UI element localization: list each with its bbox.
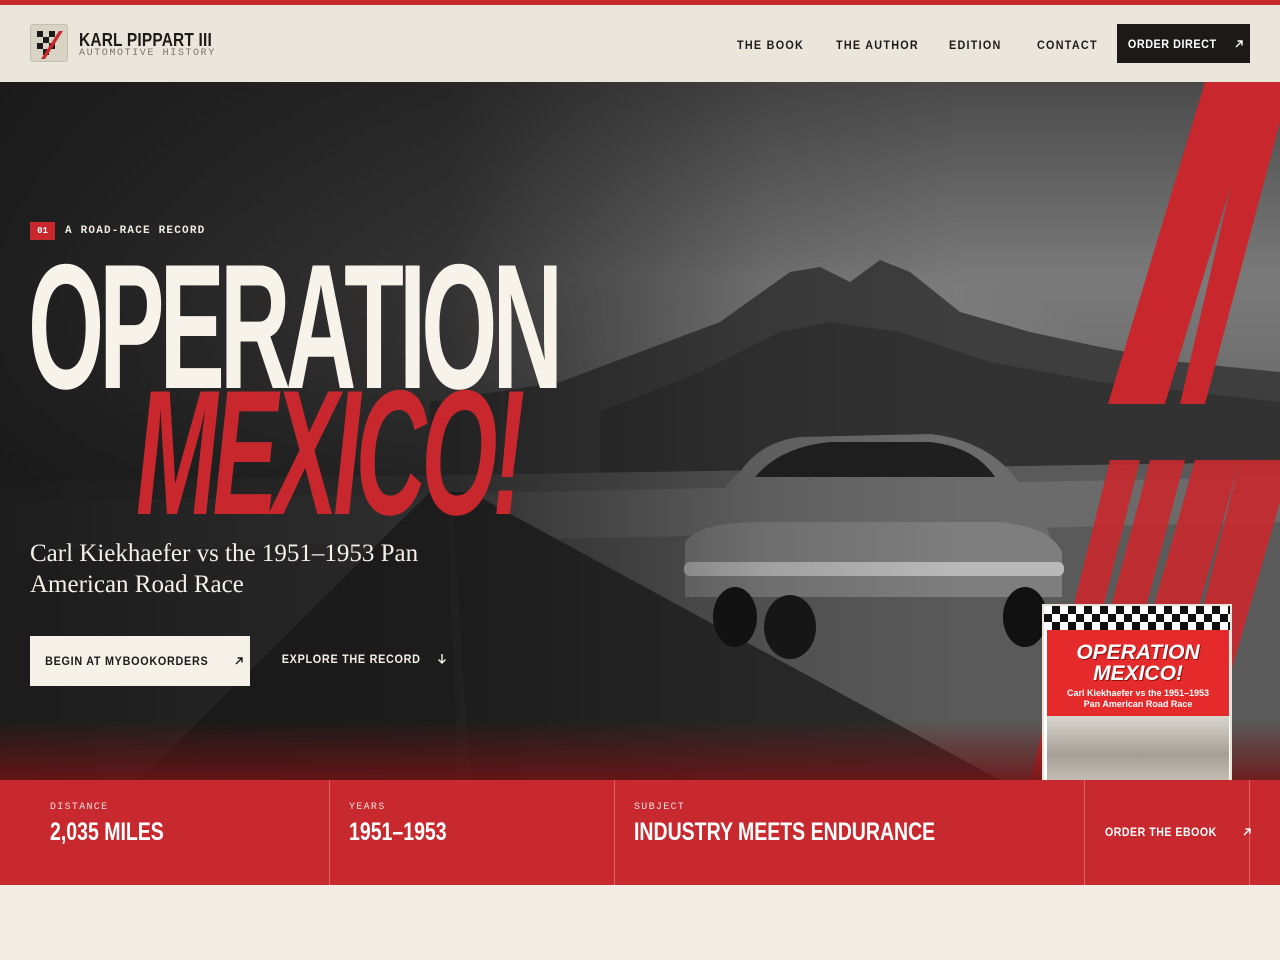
hero-section: 01 A ROAD-RACE RECORD OPERATION MEXICO! … bbox=[0, 82, 1280, 780]
stat-value: 1951–1953 bbox=[349, 818, 447, 846]
explore-link-label: EXPLORE THE RECORD bbox=[281, 652, 421, 666]
stat-label: SUBJECT bbox=[634, 802, 686, 813]
hero-subtitle: Carl Kiekhaefer vs the 1951–1953 Pan Ame… bbox=[30, 540, 419, 598]
stat-label: DISTANCE bbox=[50, 802, 109, 813]
order-ebook-label: ORDER THE EBOOK bbox=[1105, 825, 1217, 839]
book-cover-title-line1: OPERATION bbox=[1076, 641, 1200, 664]
book-cover-subtitle-line2: Pan American Road Race bbox=[1083, 699, 1193, 709]
explore-record-link[interactable]: EXPLORE THE RECORD bbox=[274, 652, 448, 666]
site-header: KARL PIPPART III AUTOMOTIVE HISTORY THE … bbox=[0, 5, 1280, 82]
book-cover-subtitle: Carl Kiekhaefer vs the 1951–1953 Pan Ame… bbox=[1047, 688, 1229, 710]
arrow-up-right-icon bbox=[235, 657, 243, 665]
nav-the-book[interactable]: THE BOOK bbox=[737, 38, 804, 52]
order-direct-button[interactable]: ORDER DIRECT bbox=[1117, 24, 1250, 63]
begin-button-label: BEGIN AT MYBOOKORDERS bbox=[45, 654, 209, 668]
stat-label: YEARS bbox=[349, 802, 386, 813]
brand-tagline: AUTOMOTIVE HISTORY bbox=[79, 48, 216, 59]
book-cover-title: OPERATION MEXICO! bbox=[1047, 642, 1229, 684]
book-cover-title-line2: MEXICO! bbox=[1093, 662, 1183, 685]
stat-value: 2,035 MILES bbox=[50, 818, 164, 846]
book-cover-photo bbox=[1047, 716, 1229, 780]
begin-mybookorders-button[interactable]: BEGIN AT MYBOOKORDERS bbox=[30, 636, 250, 686]
nav-edition[interactable]: EDITION bbox=[949, 38, 1002, 52]
order-ebook-link[interactable]: ORDER THE EBOOK bbox=[1105, 825, 1252, 839]
stats-bar: DISTANCE 2,035 MILES YEARS 1951–1953 SUB… bbox=[0, 780, 1280, 885]
hero-title-line2: MEXICO! bbox=[136, 353, 525, 552]
stat-subject: SUBJECT INDUSTRY MEETS ENDURANCE bbox=[615, 780, 1085, 885]
book-cover-image[interactable]: OPERATION MEXICO! Carl Kiekhaefer vs the… bbox=[1042, 604, 1232, 780]
stat-distance: DISTANCE 2,035 MILES bbox=[0, 780, 330, 885]
checkered-flag-band bbox=[1044, 606, 1230, 630]
stat-value: INDUSTRY MEETS ENDURANCE bbox=[634, 818, 936, 846]
nav-contact[interactable]: CONTACT bbox=[1037, 38, 1098, 52]
book-cover-title-panel: OPERATION MEXICO! Carl Kiekhaefer vs the… bbox=[1047, 630, 1229, 716]
arrow-up-right-icon bbox=[1243, 828, 1251, 836]
arrow-down-icon bbox=[438, 654, 447, 664]
brand-logo-icon[interactable] bbox=[30, 24, 68, 62]
order-direct-label: ORDER DIRECT bbox=[1128, 36, 1217, 51]
book-cover-subtitle-line1: Carl Kiekhaefer vs the 1951–1953 bbox=[1066, 688, 1210, 698]
stat-years: YEARS 1951–1953 bbox=[330, 780, 615, 885]
arrow-up-right-icon bbox=[1235, 39, 1243, 47]
nav-the-author[interactable]: THE AUTHOR bbox=[836, 38, 919, 52]
